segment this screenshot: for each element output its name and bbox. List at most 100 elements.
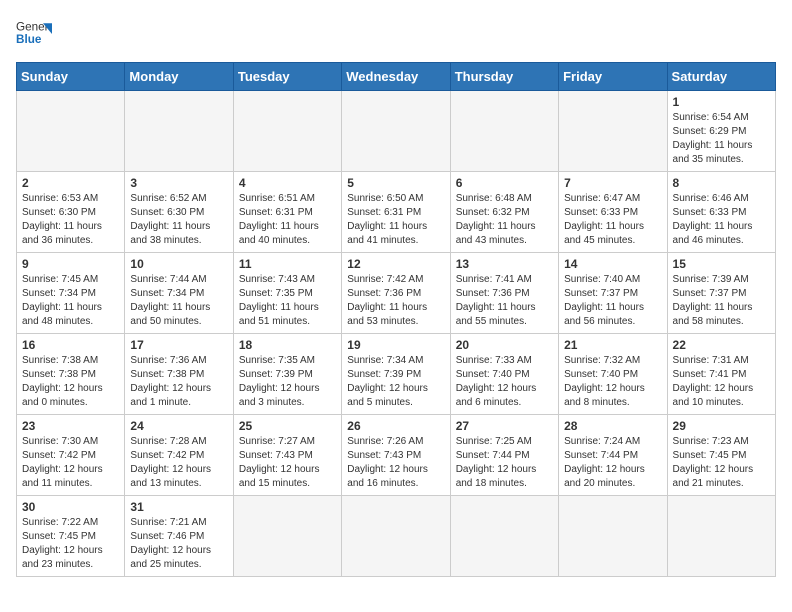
calendar-cell: 15Sunrise: 7:39 AM Sunset: 7:37 PM Dayli… (667, 253, 775, 334)
logo: General Blue (16, 16, 52, 52)
calendar-cell: 29 Sunrise: 7:23 AM Sunset: 7:45 PM Dayli… (667, 415, 775, 496)
calendar-week-1: 1 Sunrise: 6:54 AM Sunset: 6:29 PM Daylig… (17, 91, 776, 172)
calendar-cell (559, 91, 667, 172)
calendar-week-3: 9 Sunrise: 7:45 AM Sunset: 7:34 PM Daylig… (17, 253, 776, 334)
day-info: Sunrise: 7:26 AM Sunset: 7:43 PM Dayligh… (347, 435, 444, 491)
calendar-cell: 26 Sunrise: 7:26 AM Sunset: 7:43 PM Dayli… (342, 415, 450, 496)
day-info: Sunrise: 6:52 AM Sunset: 6:30 PM Dayligh… (130, 192, 227, 248)
day-number: 5 (347, 176, 444, 190)
day-number: 29 (673, 419, 770, 433)
calendar-cell (342, 91, 450, 172)
calendar-week-6: 30 Sunrise: 7:22 AM Sunset: 7:45 PM Dayli… (17, 496, 776, 577)
day-number: 31 (130, 500, 227, 514)
day-info: Sunrise: 7:23 AM Sunset: 7:45 PM Dayligh… (673, 435, 770, 491)
day-info: Sunrise: 6:54 AM Sunset: 6:29 PM Dayligh… (673, 111, 770, 167)
day-number: 24 (130, 419, 227, 433)
calendar-cell: 6Sunrise: 6:48 AM Sunset: 6:32 PM Daylig… (450, 172, 558, 253)
day-number: 18 (239, 338, 336, 352)
day-info: Sunrise: 7:36 AM Sunset: 7:38 PM Dayligh… (130, 354, 227, 410)
day-info: Sunrise: 7:27 AM Sunset: 7:43 PM Dayligh… (239, 435, 336, 491)
calendar-cell: 16 Sunrise: 7:38 AM Sunset: 7:38 PM Dayli… (17, 334, 125, 415)
day-info: Sunrise: 7:21 AM Sunset: 7:46 PM Dayligh… (130, 516, 227, 572)
calendar-cell: 13 Sunrise: 7:41 AM Sunset: 7:36 PM Dayli… (450, 253, 558, 334)
calendar-cell (17, 91, 125, 172)
day-number: 20 (456, 338, 553, 352)
day-number: 11 (239, 257, 336, 271)
calendar-cell: 4 Sunrise: 6:51 AM Sunset: 6:31 PM Daylig… (233, 172, 341, 253)
calendar-cell: 22Sunrise: 7:31 AM Sunset: 7:41 PM Dayli… (667, 334, 775, 415)
day-number: 27 (456, 419, 553, 433)
calendar-cell: 8 Sunrise: 6:46 AM Sunset: 6:33 PM Daylig… (667, 172, 775, 253)
calendar-header-thursday: Thursday (450, 63, 558, 91)
day-info: Sunrise: 6:53 AM Sunset: 6:30 PM Dayligh… (22, 192, 119, 248)
day-number: 13 (456, 257, 553, 271)
calendar-header-wednesday: Wednesday (342, 63, 450, 91)
day-number: 25 (239, 419, 336, 433)
day-number: 23 (22, 419, 119, 433)
calendar-cell: 21 Sunrise: 7:32 AM Sunset: 7:40 PM Dayli… (559, 334, 667, 415)
calendar-cell (667, 496, 775, 577)
day-number: 19 (347, 338, 444, 352)
day-info: Sunrise: 7:33 AM Sunset: 7:40 PM Dayligh… (456, 354, 553, 410)
calendar-week-5: 23 Sunrise: 7:30 AM Sunset: 7:42 PM Dayli… (17, 415, 776, 496)
calendar-header-tuesday: Tuesday (233, 63, 341, 91)
calendar-cell: 7Sunrise: 6:47 AM Sunset: 6:33 PM Daylig… (559, 172, 667, 253)
day-number: 26 (347, 419, 444, 433)
calendar-header-friday: Friday (559, 63, 667, 91)
calendar-cell: 19 Sunrise: 7:34 AM Sunset: 7:39 PM Dayli… (342, 334, 450, 415)
day-number: 12 (347, 257, 444, 271)
calendar-week-4: 16 Sunrise: 7:38 AM Sunset: 7:38 PM Dayli… (17, 334, 776, 415)
day-info: Sunrise: 7:35 AM Sunset: 7:39 PM Dayligh… (239, 354, 336, 410)
calendar-header-sunday: Sunday (17, 63, 125, 91)
calendar-cell (233, 496, 341, 577)
calendar-cell: 14Sunrise: 7:40 AM Sunset: 7:37 PM Dayli… (559, 253, 667, 334)
calendar-header-row: SundayMondayTuesdayWednesdayThursdayFrid… (17, 63, 776, 91)
day-number: 21 (564, 338, 661, 352)
day-number: 16 (22, 338, 119, 352)
calendar-cell: 30 Sunrise: 7:22 AM Sunset: 7:45 PM Dayli… (17, 496, 125, 577)
day-info: Sunrise: 6:51 AM Sunset: 6:31 PM Dayligh… (239, 192, 336, 248)
day-number: 8 (673, 176, 770, 190)
calendar-cell (559, 496, 667, 577)
day-info: Sunrise: 7:28 AM Sunset: 7:42 PM Dayligh… (130, 435, 227, 491)
page-header: General Blue (16, 16, 776, 52)
day-info: Sunrise: 7:41 AM Sunset: 7:36 PM Dayligh… (456, 273, 553, 329)
day-number: 10 (130, 257, 227, 271)
svg-text:Blue: Blue (16, 33, 42, 46)
day-info: Sunrise: 7:45 AM Sunset: 7:34 PM Dayligh… (22, 273, 119, 329)
day-number: 30 (22, 500, 119, 514)
calendar-table: SundayMondayTuesdayWednesdayThursdayFrid… (16, 62, 776, 577)
day-info: Sunrise: 7:30 AM Sunset: 7:42 PM Dayligh… (22, 435, 119, 491)
calendar-week-2: 2Sunrise: 6:53 AM Sunset: 6:30 PM Daylig… (17, 172, 776, 253)
day-number: 3 (130, 176, 227, 190)
day-number: 22 (673, 338, 770, 352)
day-number: 6 (456, 176, 553, 190)
calendar-cell: 17 Sunrise: 7:36 AM Sunset: 7:38 PM Dayli… (125, 334, 233, 415)
day-number: 4 (239, 176, 336, 190)
day-info: Sunrise: 7:44 AM Sunset: 7:34 PM Dayligh… (130, 273, 227, 329)
calendar-cell: 25 Sunrise: 7:27 AM Sunset: 7:43 PM Dayli… (233, 415, 341, 496)
day-number: 1 (673, 95, 770, 109)
day-number: 7 (564, 176, 661, 190)
day-number: 17 (130, 338, 227, 352)
calendar-header-saturday: Saturday (667, 63, 775, 91)
day-info: Sunrise: 7:39 AM Sunset: 7:37 PM Dayligh… (673, 273, 770, 329)
day-info: Sunrise: 7:34 AM Sunset: 7:39 PM Dayligh… (347, 354, 444, 410)
day-info: Sunrise: 7:32 AM Sunset: 7:40 PM Dayligh… (564, 354, 661, 410)
calendar-cell: 2Sunrise: 6:53 AM Sunset: 6:30 PM Daylig… (17, 172, 125, 253)
calendar-cell: 5Sunrise: 6:50 AM Sunset: 6:31 PM Daylig… (342, 172, 450, 253)
calendar-header-monday: Monday (125, 63, 233, 91)
calendar-cell: 10 Sunrise: 7:44 AM Sunset: 7:34 PM Dayli… (125, 253, 233, 334)
calendar-cell: 23 Sunrise: 7:30 AM Sunset: 7:42 PM Dayli… (17, 415, 125, 496)
calendar-cell: 24 Sunrise: 7:28 AM Sunset: 7:42 PM Dayli… (125, 415, 233, 496)
calendar-cell: 9 Sunrise: 7:45 AM Sunset: 7:34 PM Daylig… (17, 253, 125, 334)
day-number: 9 (22, 257, 119, 271)
calendar-cell: 18 Sunrise: 7:35 AM Sunset: 7:39 PM Dayli… (233, 334, 341, 415)
calendar-cell (125, 91, 233, 172)
day-info: Sunrise: 7:22 AM Sunset: 7:45 PM Dayligh… (22, 516, 119, 572)
calendar-cell (450, 496, 558, 577)
calendar-cell: 20 Sunrise: 7:33 AM Sunset: 7:40 PM Dayli… (450, 334, 558, 415)
day-info: Sunrise: 6:46 AM Sunset: 6:33 PM Dayligh… (673, 192, 770, 248)
calendar-cell (233, 91, 341, 172)
day-info: Sunrise: 7:38 AM Sunset: 7:38 PM Dayligh… (22, 354, 119, 410)
